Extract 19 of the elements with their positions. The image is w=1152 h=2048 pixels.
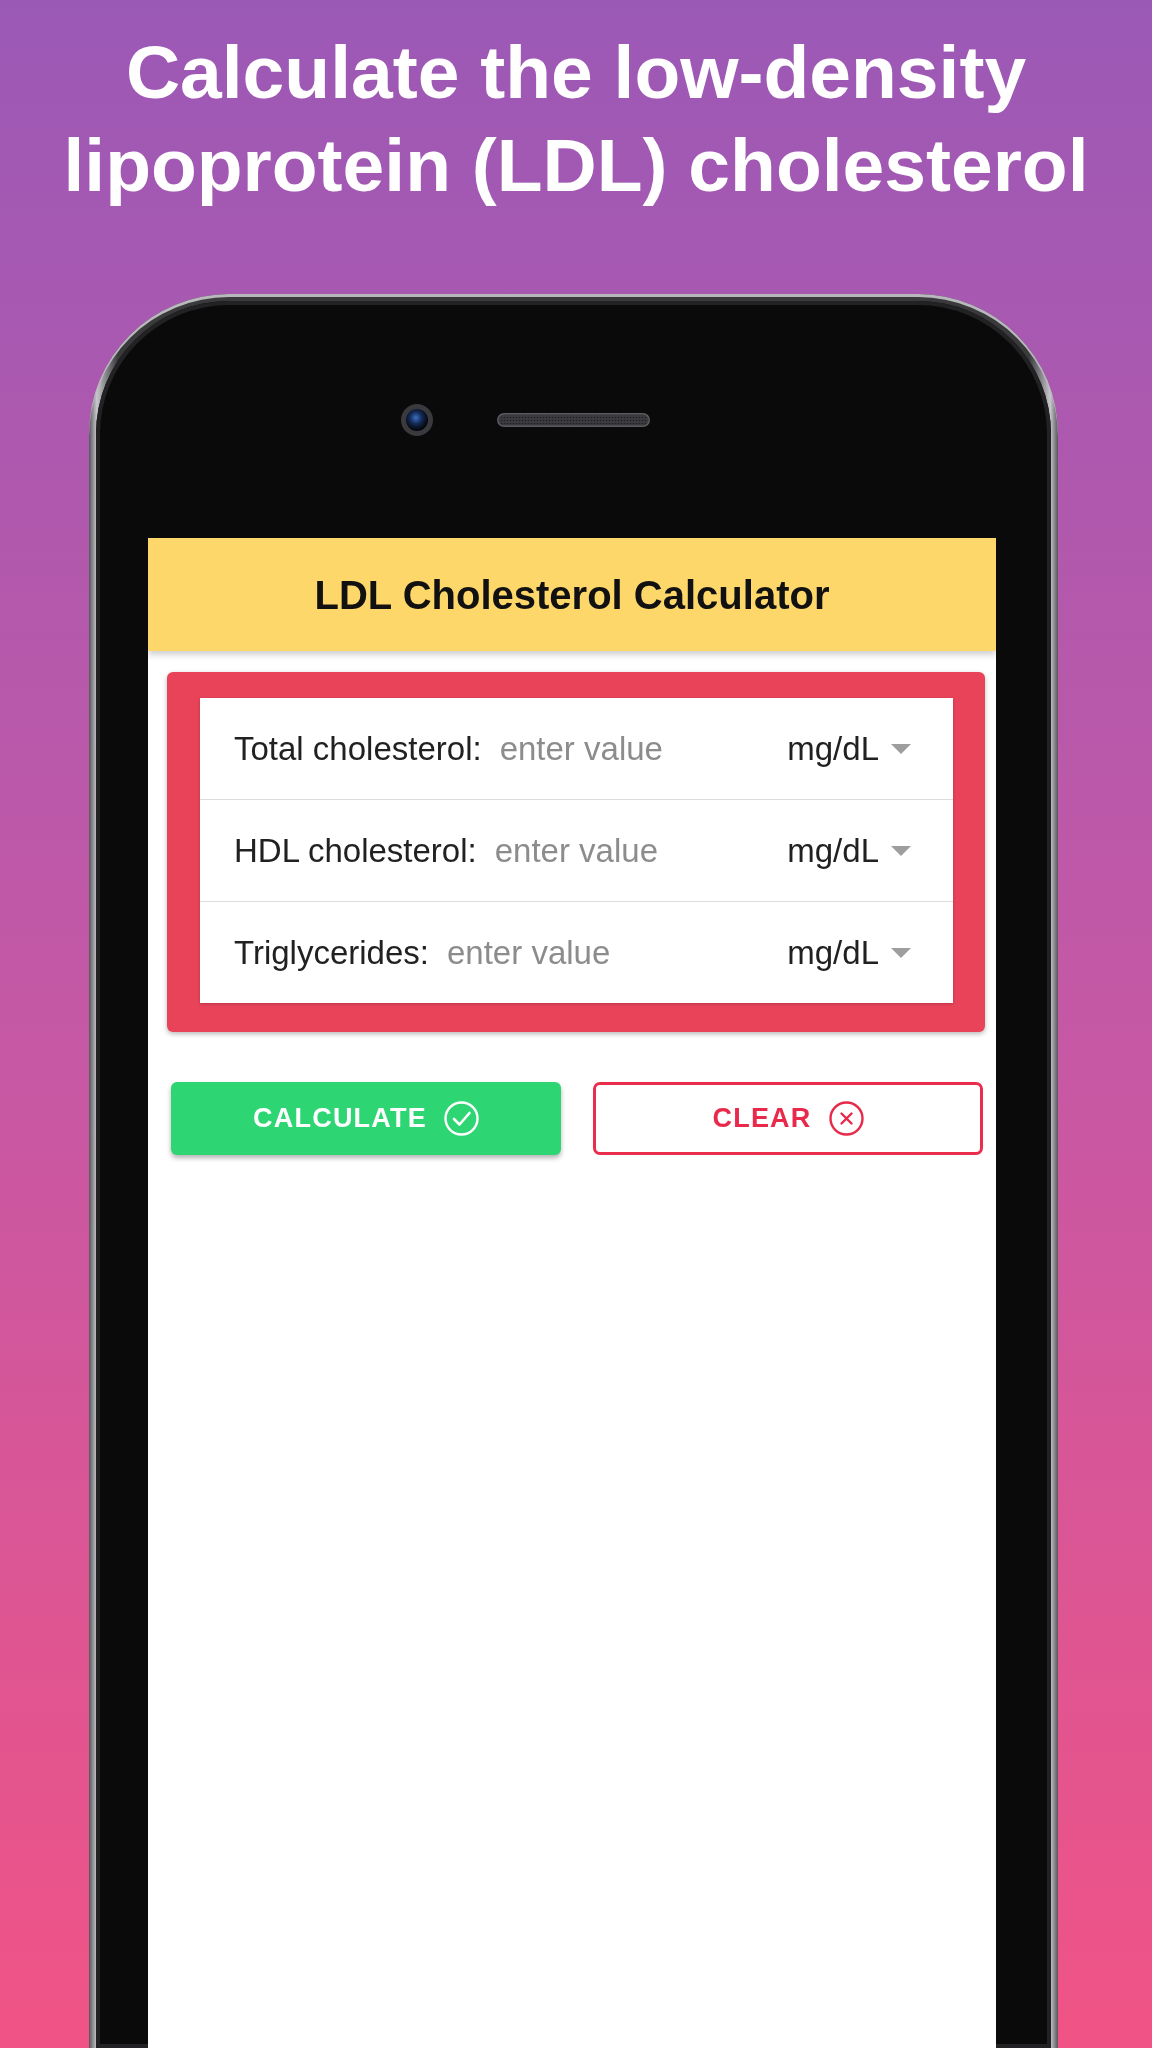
value-input[interactable]: enter value [494, 830, 788, 871]
caret-icon [891, 845, 911, 856]
banner-title: Calculate the low-density lipoprotein (LDL) cholesterol [62, 29, 1090, 209]
field-label: Triglycerides: [234, 933, 429, 972]
caret-icon [891, 743, 911, 754]
value-input[interactable]: enter value [499, 728, 788, 769]
value-input[interactable]: enter value [447, 932, 788, 973]
caret-icon [891, 947, 911, 958]
field-label: Total cholesterol: [234, 729, 482, 768]
speaker-icon [497, 413, 650, 427]
unit-dropdown[interactable]: mg/dL [787, 933, 911, 972]
field-label: HDL cholesterol: [234, 831, 477, 870]
app-title: LDL Cholesterol Calculator [314, 571, 830, 619]
unit-dropdown[interactable]: mg/dL [787, 831, 911, 870]
camera-icon [401, 404, 433, 436]
close-circle-icon [828, 1101, 864, 1136]
unit-dropdown[interactable]: mg/dL [787, 729, 911, 768]
check-circle-icon [443, 1101, 479, 1136]
clear-button[interactable]: CLEAR [593, 1082, 983, 1155]
